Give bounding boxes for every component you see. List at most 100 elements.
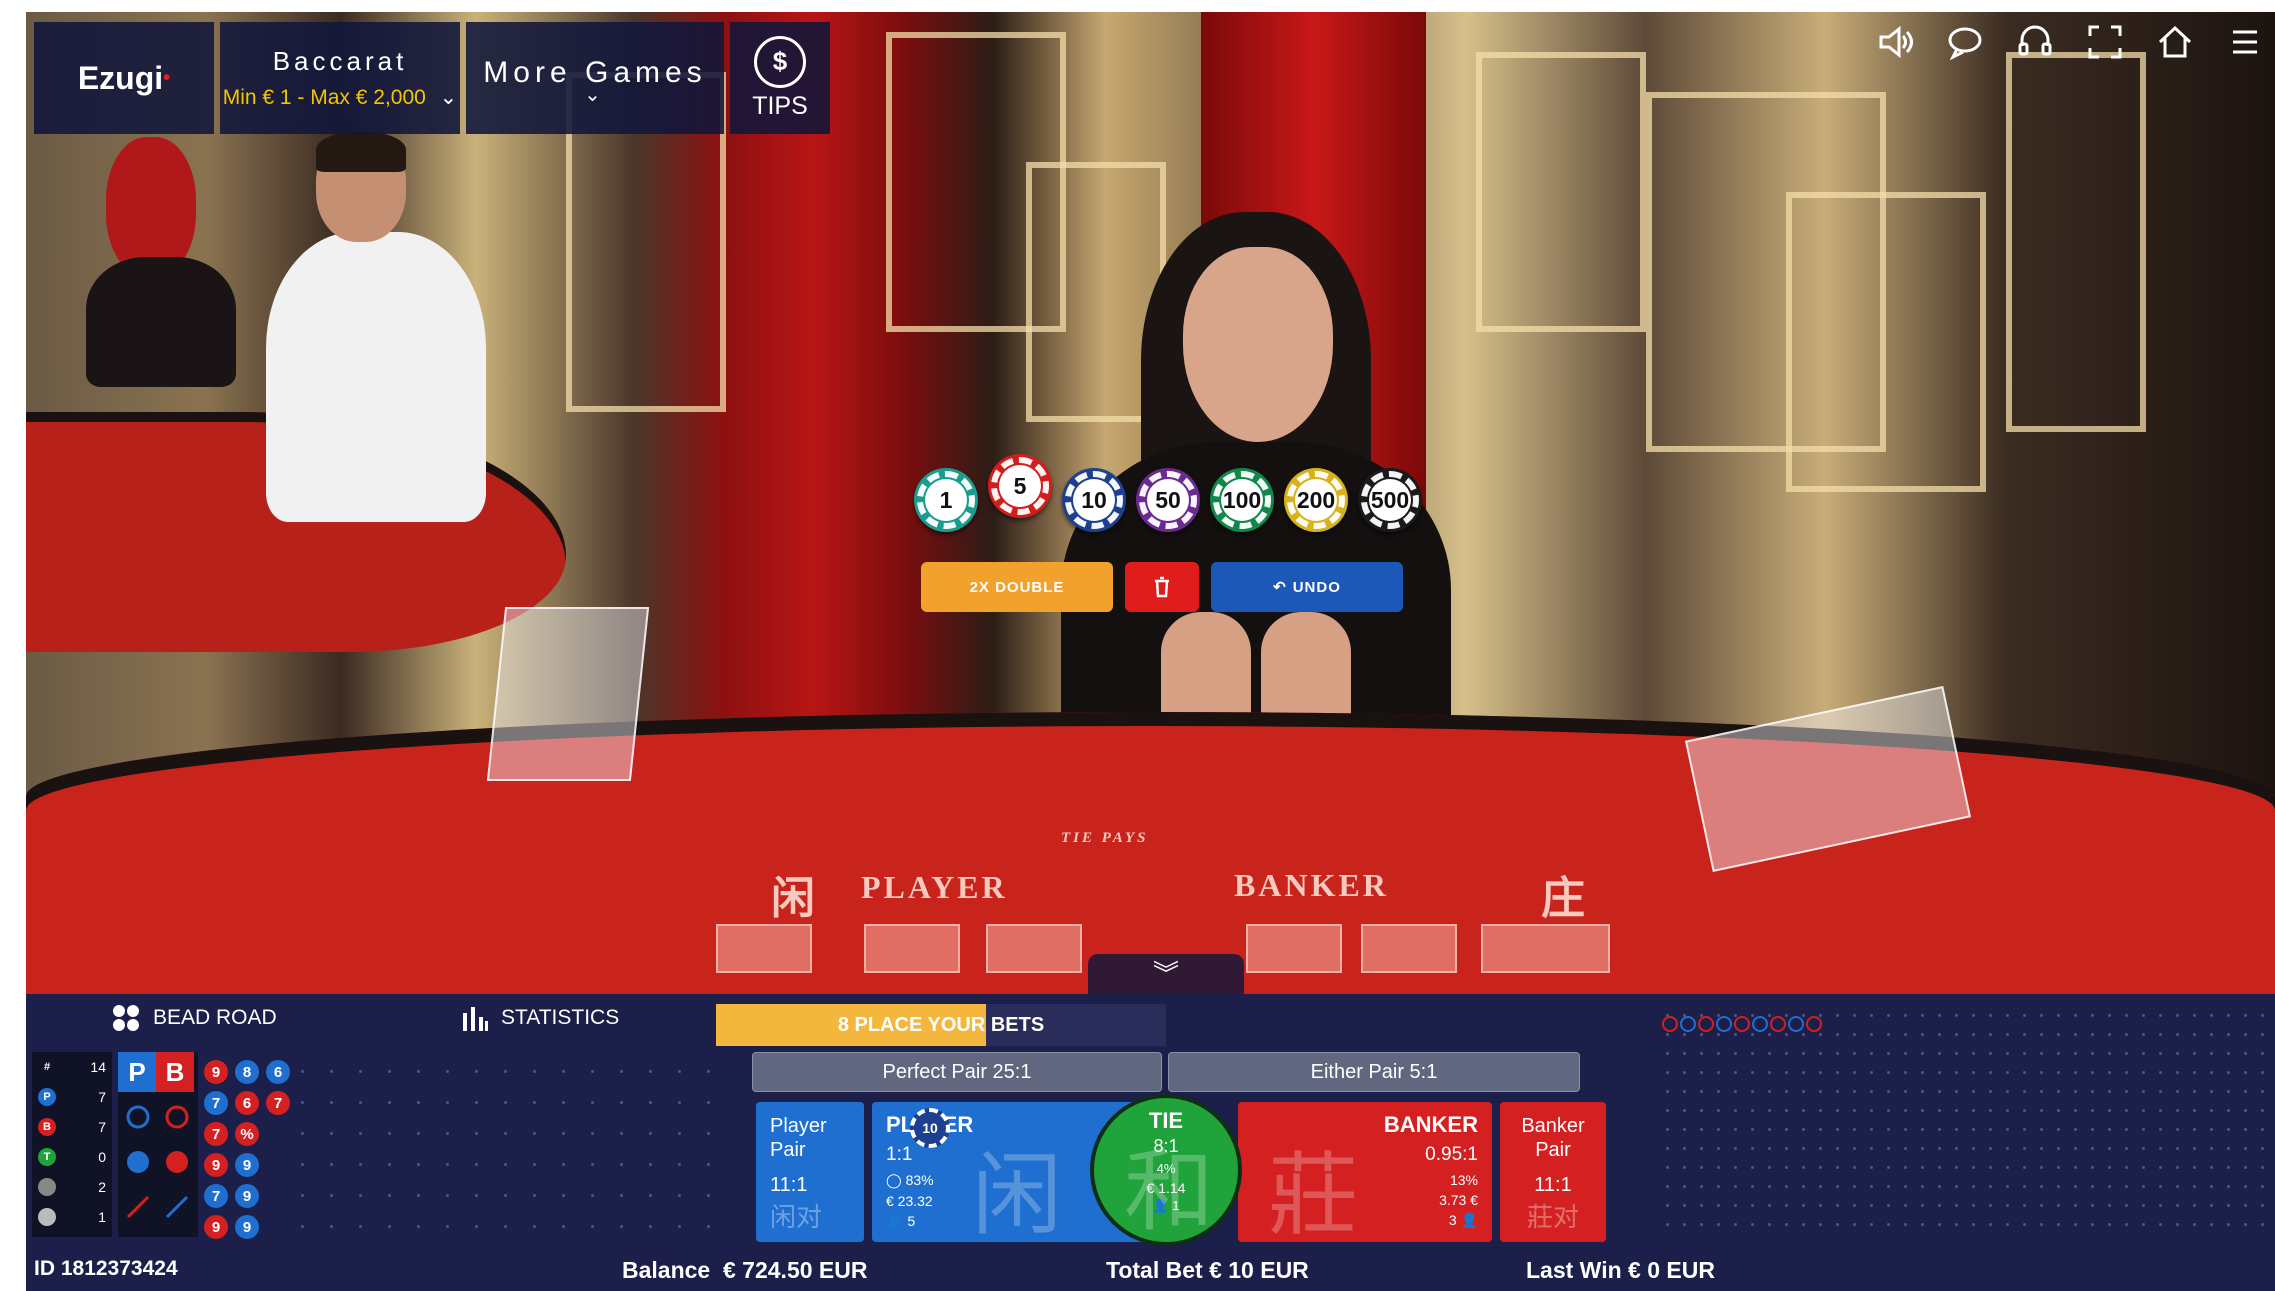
count-marker: T bbox=[38, 1148, 56, 1166]
grid-dot bbox=[475, 1101, 478, 1104]
road-grid-dot bbox=[2193, 1052, 2196, 1055]
road-grid-dot bbox=[1955, 1109, 1958, 1112]
tips-button[interactable]: $ TIPS bbox=[730, 22, 830, 134]
clear-bets-button[interactable] bbox=[1125, 562, 1199, 612]
road-grid-dot bbox=[1870, 1128, 1873, 1131]
grid-dot bbox=[330, 1194, 333, 1197]
road-grid-dot bbox=[2227, 1128, 2230, 1131]
table-limits[interactable]: Min € 1 - Max € 2,000 ⌄ bbox=[223, 85, 458, 110]
either-pair-bet[interactable]: Either Pair 5:1 bbox=[1168, 1052, 1580, 1092]
chip-50[interactable]: 50 bbox=[1136, 468, 1200, 532]
road-grid-dot bbox=[1972, 1033, 1975, 1036]
road-grid-dot bbox=[2023, 1128, 2026, 1131]
road-grid-dot bbox=[1802, 1204, 1805, 1207]
road-grid-dot bbox=[1751, 1071, 1754, 1074]
road-grid-dot bbox=[2057, 1128, 2060, 1131]
grid-dot bbox=[533, 1194, 536, 1197]
road-grid-dot bbox=[2176, 1147, 2179, 1150]
grid-dot bbox=[417, 1225, 420, 1228]
road-grid-dot bbox=[1700, 1166, 1703, 1169]
grid-dot bbox=[301, 1194, 304, 1197]
perfect-pair-bet[interactable]: Perfect Pair 25:1 bbox=[752, 1052, 1162, 1092]
grid-dot bbox=[446, 1070, 449, 1073]
chip-500[interactable]: 500 bbox=[1358, 468, 1422, 532]
bead: % bbox=[235, 1122, 259, 1146]
grid-dot bbox=[562, 1194, 565, 1197]
chat-icon[interactable] bbox=[1945, 22, 1985, 62]
road-grid-dot bbox=[1955, 1223, 1958, 1226]
bead: 8 bbox=[235, 1060, 259, 1084]
more-games-button[interactable]: More Games ⌄ bbox=[466, 22, 724, 134]
trash-icon bbox=[1155, 576, 1169, 598]
road-grid-dot bbox=[2023, 1071, 2026, 1074]
road-grid-dot bbox=[1972, 1128, 1975, 1131]
road-grid-dot bbox=[2210, 1033, 2213, 1036]
chip-10[interactable]: 10 bbox=[1062, 468, 1126, 532]
road-grid-dot bbox=[2040, 1052, 2043, 1055]
road-grid-dot bbox=[1734, 1166, 1737, 1169]
road-grid-dot bbox=[2125, 1033, 2128, 1036]
chip-selector: 1 5 10 50 100 200 500 bbox=[914, 454, 1422, 532]
player-pair-bet[interactable]: Player Pair 11:1 闲对 bbox=[756, 1102, 864, 1242]
grid-dot bbox=[678, 1194, 681, 1197]
road-grid-dot bbox=[2159, 1033, 2162, 1036]
road-grid-dot bbox=[2142, 1052, 2145, 1055]
chip-100[interactable]: 100 bbox=[1210, 468, 1274, 532]
road-grid-dot bbox=[2142, 1147, 2145, 1150]
count-value: 0 bbox=[98, 1149, 106, 1165]
grid-dot bbox=[707, 1194, 710, 1197]
grid-dot bbox=[562, 1101, 565, 1104]
road-grid-dot bbox=[1989, 1033, 1992, 1036]
road-grid-dot bbox=[1904, 1223, 1907, 1226]
chip-200[interactable]: 200 bbox=[1284, 468, 1348, 532]
road-grid-dot bbox=[1734, 1033, 1737, 1036]
road-grid-dot bbox=[1700, 1204, 1703, 1207]
support-headset-icon[interactable] bbox=[2015, 22, 2055, 62]
road-grid-dot bbox=[2244, 1147, 2247, 1150]
road-grid-dot bbox=[2125, 1204, 2128, 1207]
road-grid-dot bbox=[2006, 1204, 2009, 1207]
road-grid-dot bbox=[1904, 1166, 1907, 1169]
road-grid-dot bbox=[2108, 1204, 2111, 1207]
collapse-panel-button[interactable]: ︾ bbox=[1088, 954, 1244, 994]
grid-dot bbox=[533, 1070, 536, 1073]
banker-bet[interactable]: 莊 BANKER 0.95:1 13% 3.73 € 3 👤 bbox=[1238, 1102, 1492, 1242]
chip-value: 500 bbox=[1369, 479, 1411, 521]
pb-road-legend bbox=[126, 1105, 189, 1219]
fullscreen-icon[interactable] bbox=[2085, 22, 2125, 62]
statistics-tab[interactable]: STATISTICS bbox=[461, 994, 619, 1042]
grid-dot bbox=[562, 1132, 565, 1135]
road-grid-dot bbox=[2040, 1128, 2043, 1131]
grid-dot bbox=[330, 1101, 333, 1104]
chip-1[interactable]: 1 bbox=[914, 468, 978, 532]
road-grid-dot bbox=[2227, 1204, 2230, 1207]
double-button[interactable]: 2X DOUBLE bbox=[921, 562, 1113, 612]
undo-button[interactable]: ↶ UNDO bbox=[1211, 562, 1403, 612]
tie-bet[interactable]: 和 TIE 8:1 4% € 1.14 👤 1 bbox=[1090, 1094, 1242, 1246]
road-grid-dot bbox=[2023, 1147, 2026, 1150]
road-grid-dot bbox=[1938, 1185, 1941, 1188]
road-grid-dot bbox=[2023, 1185, 2026, 1188]
banker-pair-bet[interactable]: Banker Pair 11:1 莊对 bbox=[1500, 1102, 1606, 1242]
road-grid-dot bbox=[1785, 1052, 1788, 1055]
road-grid-dot bbox=[1836, 1109, 1839, 1112]
game-selector[interactable]: Baccarat Min € 1 - Max € 2,000 ⌄ bbox=[220, 22, 460, 134]
grid-dot bbox=[562, 1070, 565, 1073]
road-grid-dot bbox=[1819, 1185, 1822, 1188]
sound-icon[interactable] bbox=[1875, 22, 1915, 62]
road-grid-dot bbox=[1666, 1166, 1669, 1169]
road-grid-dot bbox=[1700, 1185, 1703, 1188]
grid-dot bbox=[504, 1194, 507, 1197]
road-grid-dot bbox=[1700, 1128, 1703, 1131]
home-icon[interactable] bbox=[2155, 22, 2195, 62]
road-grid-dot bbox=[2193, 1185, 2196, 1188]
chip-5[interactable]: 5 bbox=[988, 454, 1052, 518]
count-marker bbox=[38, 1178, 56, 1196]
bar-chart-icon bbox=[463, 1007, 488, 1031]
bead-road-tab[interactable]: BEAD ROAD bbox=[111, 994, 277, 1042]
road-grid-dot bbox=[2023, 1014, 2026, 1017]
menu-icon[interactable] bbox=[2225, 22, 2265, 62]
player-card-slot bbox=[986, 924, 1082, 973]
road-grid-dot bbox=[2108, 1185, 2111, 1188]
count-row: T0 bbox=[32, 1142, 112, 1172]
